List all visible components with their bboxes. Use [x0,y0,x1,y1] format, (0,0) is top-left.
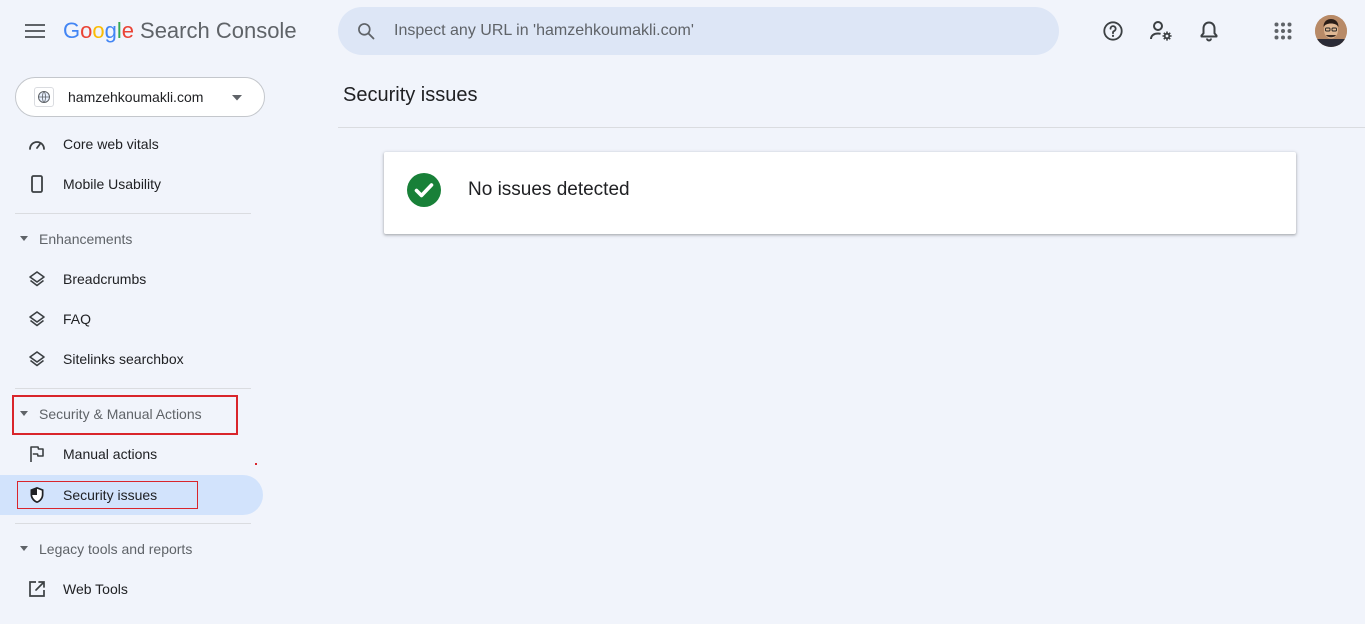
sidebar-item-label: Mobile Usability [63,176,162,192]
logo-letter: e [121,18,135,43]
section-label: Security & Manual Actions [39,406,202,422]
sidebar-item-label: Security issues [63,487,158,503]
help-icon[interactable] [1096,14,1130,48]
divider [338,127,1365,128]
status-message: No issues detected [468,179,630,200]
section-legacy-tools[interactable]: Legacy tools and reports [0,534,250,564]
property-label: hamzehkoumakli.com [68,89,204,105]
search-icon[interactable] [338,21,394,41]
globe-icon [34,87,54,107]
shield-icon [27,485,47,505]
collapse-triangle-icon [20,236,28,241]
manage-users-icon[interactable] [1144,14,1178,48]
divider [15,523,251,524]
logo-letter: g [104,18,117,43]
product-name: Search Console [140,18,297,43]
sidebar-item-label: Sitelinks searchbox [63,351,184,367]
sidebar-item-label: Manual actions [63,446,158,462]
search-input[interactable] [394,22,1059,40]
section-enhancements[interactable]: Enhancements [0,224,250,254]
section-label: Enhancements [39,231,133,247]
sidebar-item-security-issues[interactable]: Security issues [0,475,263,515]
speedometer-icon [27,134,47,154]
flag-icon [27,444,47,464]
top-app-bar: Google Search Console [0,0,1365,64]
collapse-triangle-icon [20,411,28,416]
sidebar-item-core-web-vitals[interactable]: Core web vitals [0,124,263,164]
sidebar-item-label: Breadcrumbs [63,271,147,287]
chevron-down-icon [232,88,242,106]
layers-icon [27,309,47,329]
section-security-manual-actions[interactable]: Security & Manual Actions [0,399,250,429]
annotation-dot [255,463,257,465]
sidebar-item-sitelinks-searchbox[interactable]: Sitelinks searchbox [0,339,263,379]
phone-icon [27,174,47,194]
avatar[interactable] [1315,15,1347,47]
sidebar-item-manual-actions[interactable]: Manual actions [0,434,263,474]
divider [15,213,251,214]
property-selector[interactable]: hamzehkoumakli.com [15,77,265,117]
layers-icon [27,349,47,369]
sidebar-item-label: Web Tools [63,581,128,597]
apps-icon[interactable] [1266,14,1300,48]
logo-letter: o [92,18,105,43]
collapse-triangle-icon [20,546,28,551]
sidebar-item-mobile-usability[interactable]: Mobile Usability [0,164,263,204]
url-inspection-search[interactable] [338,7,1059,55]
search-console-logo[interactable]: Google Search Console [63,18,297,48]
sidebar-item-faq[interactable]: FAQ [0,299,263,339]
sidebar-item-label: FAQ [63,311,92,327]
sidebar-item-breadcrumbs[interactable]: Breadcrumbs [0,259,263,299]
sidebar-item-label: Core web vitals [63,136,159,152]
google-wordmark: Google [63,18,134,44]
notifications-icon[interactable] [1192,14,1226,48]
check-circle-icon [407,173,441,207]
hamburger-menu-icon[interactable] [18,14,52,48]
sidebar-item-web-tools[interactable]: Web Tools [0,569,263,609]
divider [15,388,251,389]
external-link-icon [27,579,47,599]
section-label: Legacy tools and reports [39,541,193,557]
layers-icon [27,269,47,289]
logo-letter: o [80,18,93,43]
page-title: Security issues [343,84,478,106]
logo-letter: G [63,18,81,43]
status-card: No issues detected [384,152,1296,234]
